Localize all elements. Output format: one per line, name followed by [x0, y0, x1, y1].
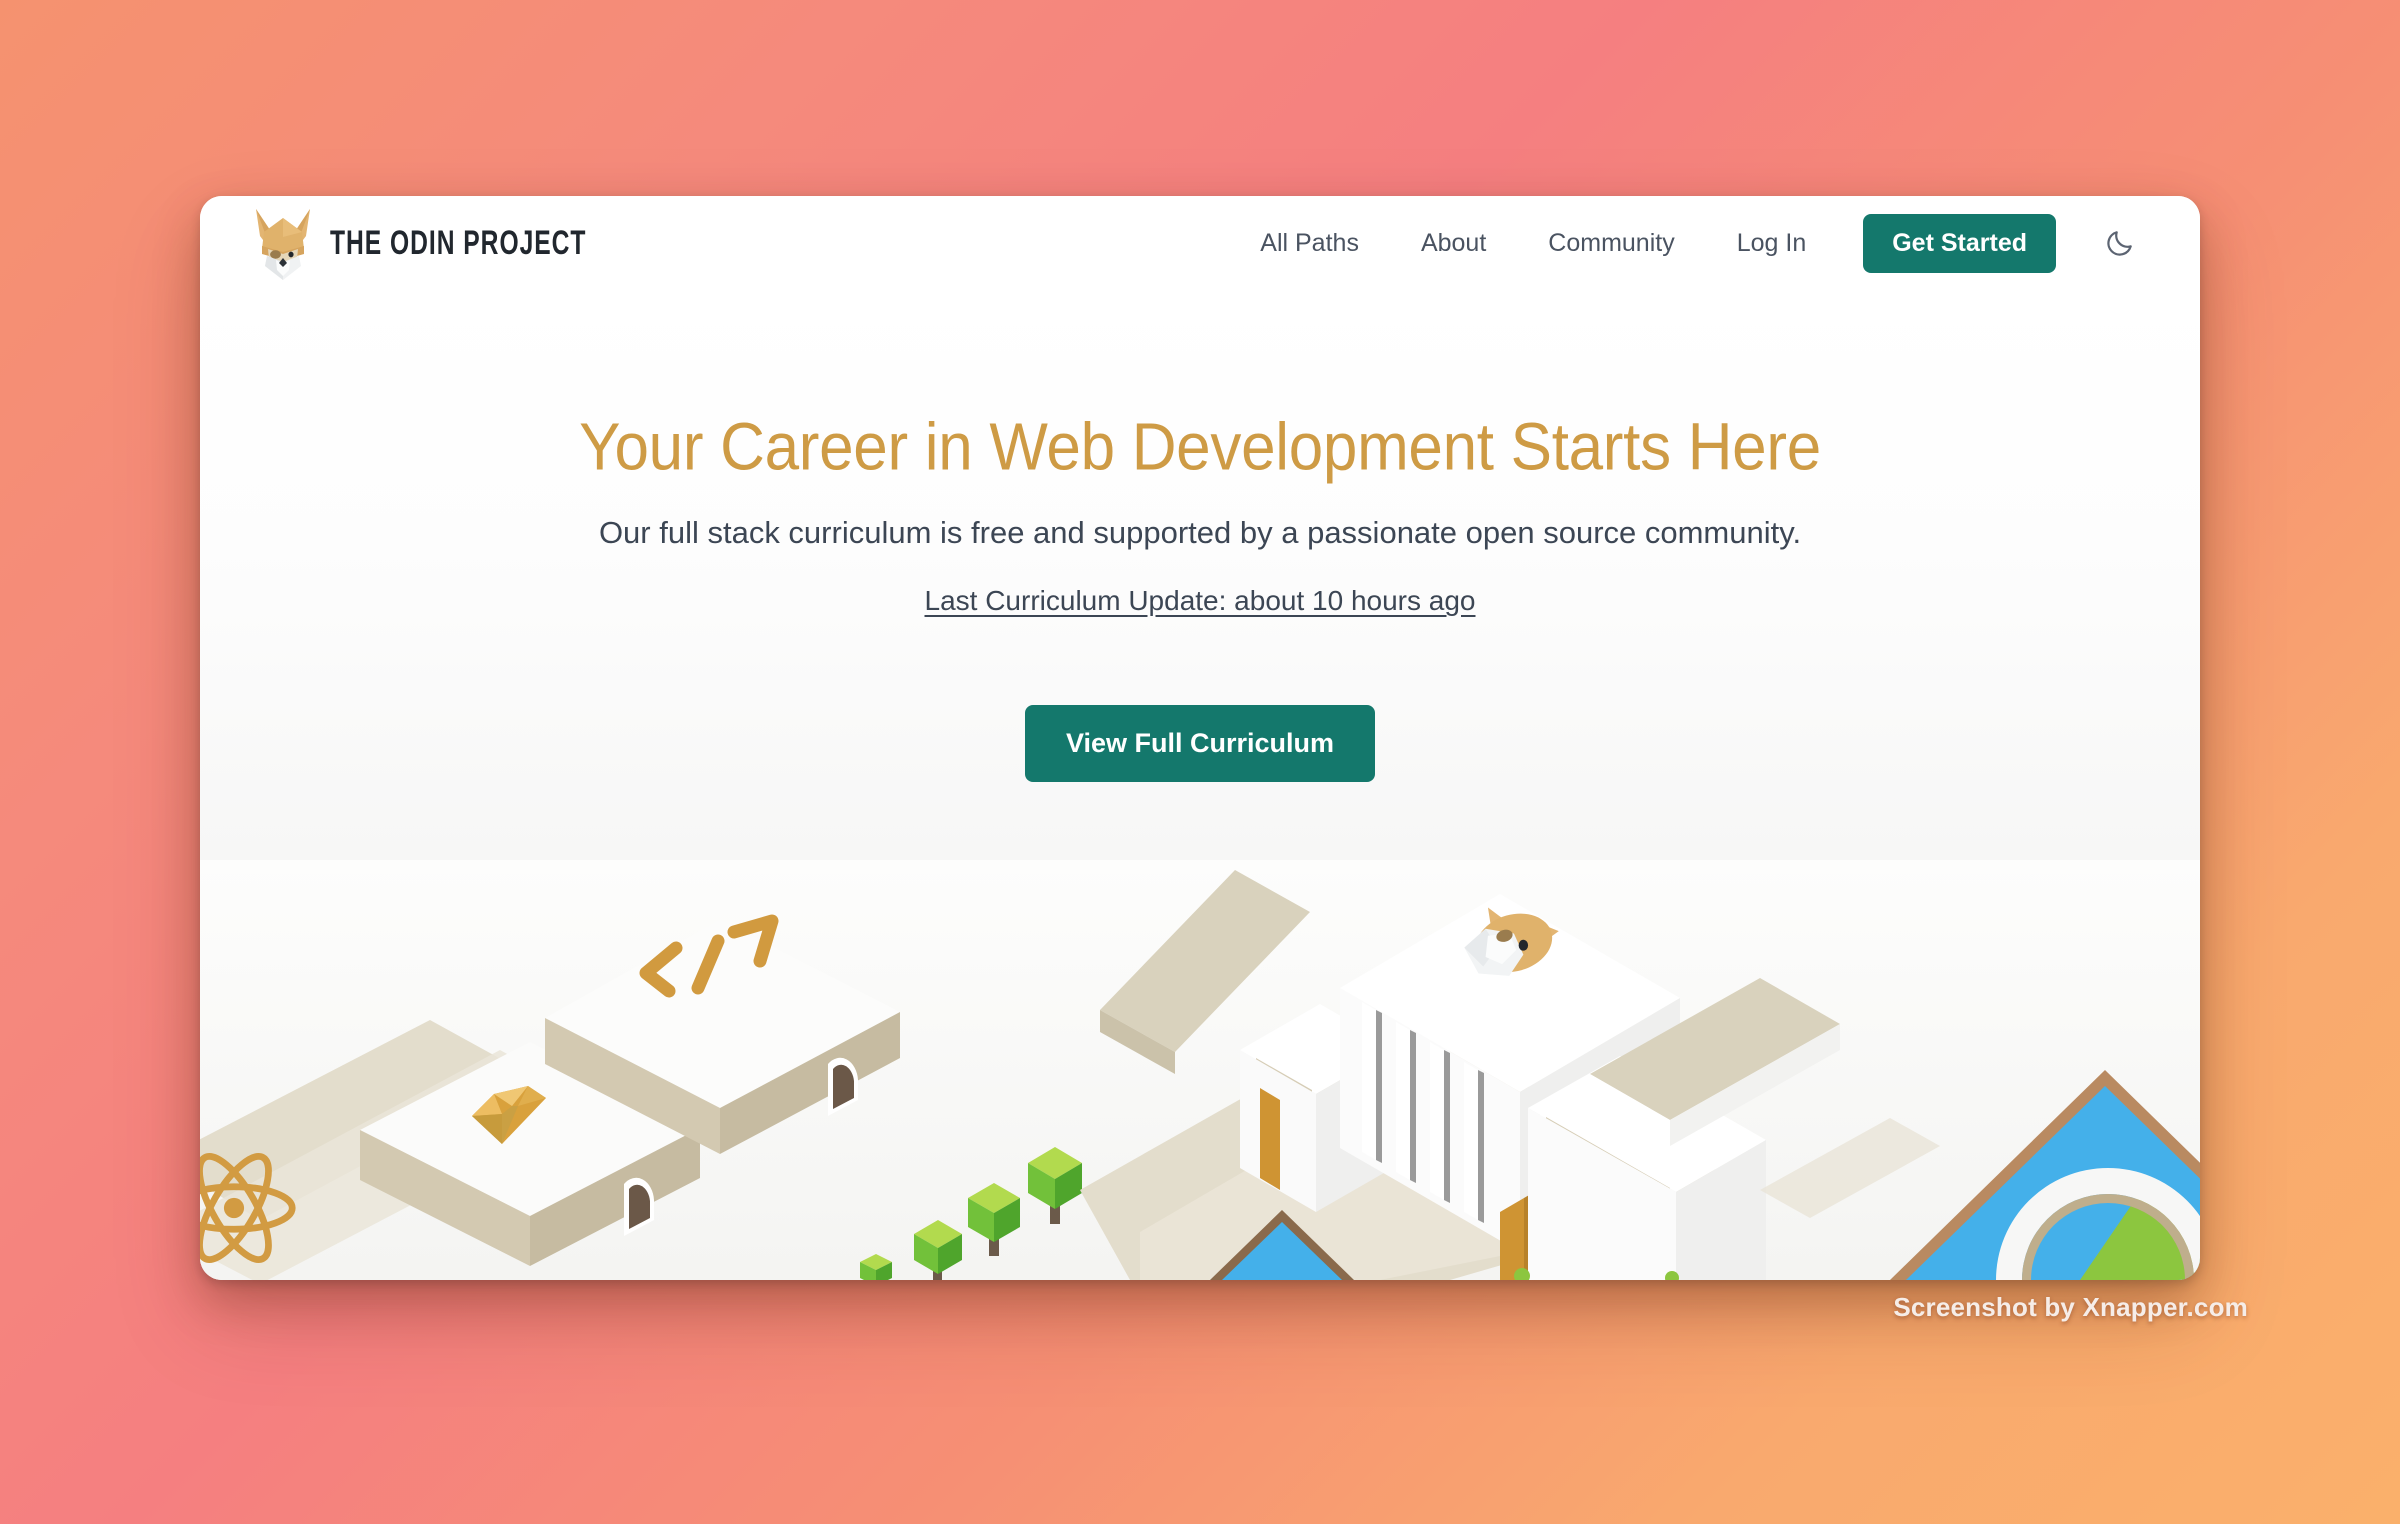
site-header: THE ODIN PROJECT All Paths About Communi…	[200, 196, 2200, 290]
browser-window: THE ODIN PROJECT All Paths About Communi…	[200, 196, 2200, 1280]
odin-viking-head-icon	[256, 209, 310, 280]
isometric-city-illustration	[200, 860, 2200, 1280]
brand-wordmark: THE ODIN PROJECT	[330, 223, 587, 262]
hero-copy: Your Career in Web Development Starts He…	[200, 290, 2200, 783]
nav-log-in[interactable]: Log In	[1706, 219, 1838, 268]
view-full-curriculum-button[interactable]: View Full Curriculum	[1024, 705, 1376, 783]
page-title: Your Career in Web Development Starts He…	[579, 410, 1821, 485]
xnapper-watermark: Screenshot by Xnapper.com	[1893, 1292, 2248, 1322]
nav-about[interactable]: About	[1390, 219, 1517, 268]
moon-icon	[2107, 231, 2132, 256]
nav-community[interactable]: Community	[1517, 219, 1705, 268]
get-started-button[interactable]: Get Started	[1863, 213, 2056, 273]
brand-logo-link[interactable]: THE ODIN PROJECT	[252, 206, 621, 280]
nav-all-paths[interactable]: All Paths	[1229, 219, 1390, 268]
main-nav: All Paths About Community Log In Get Sta…	[1229, 213, 2150, 273]
hero-cta-container: View Full Curriculum	[200, 705, 2200, 783]
last-curriculum-update-link[interactable]: Last Curriculum Update: about 10 hours a…	[925, 585, 1476, 617]
dark-mode-toggle-button[interactable]	[2098, 221, 2142, 265]
hero-subtitle: Our full stack curriculum is free and su…	[598, 515, 1802, 551]
hero-section: Your Career in Web Development Starts He…	[200, 290, 2200, 1280]
